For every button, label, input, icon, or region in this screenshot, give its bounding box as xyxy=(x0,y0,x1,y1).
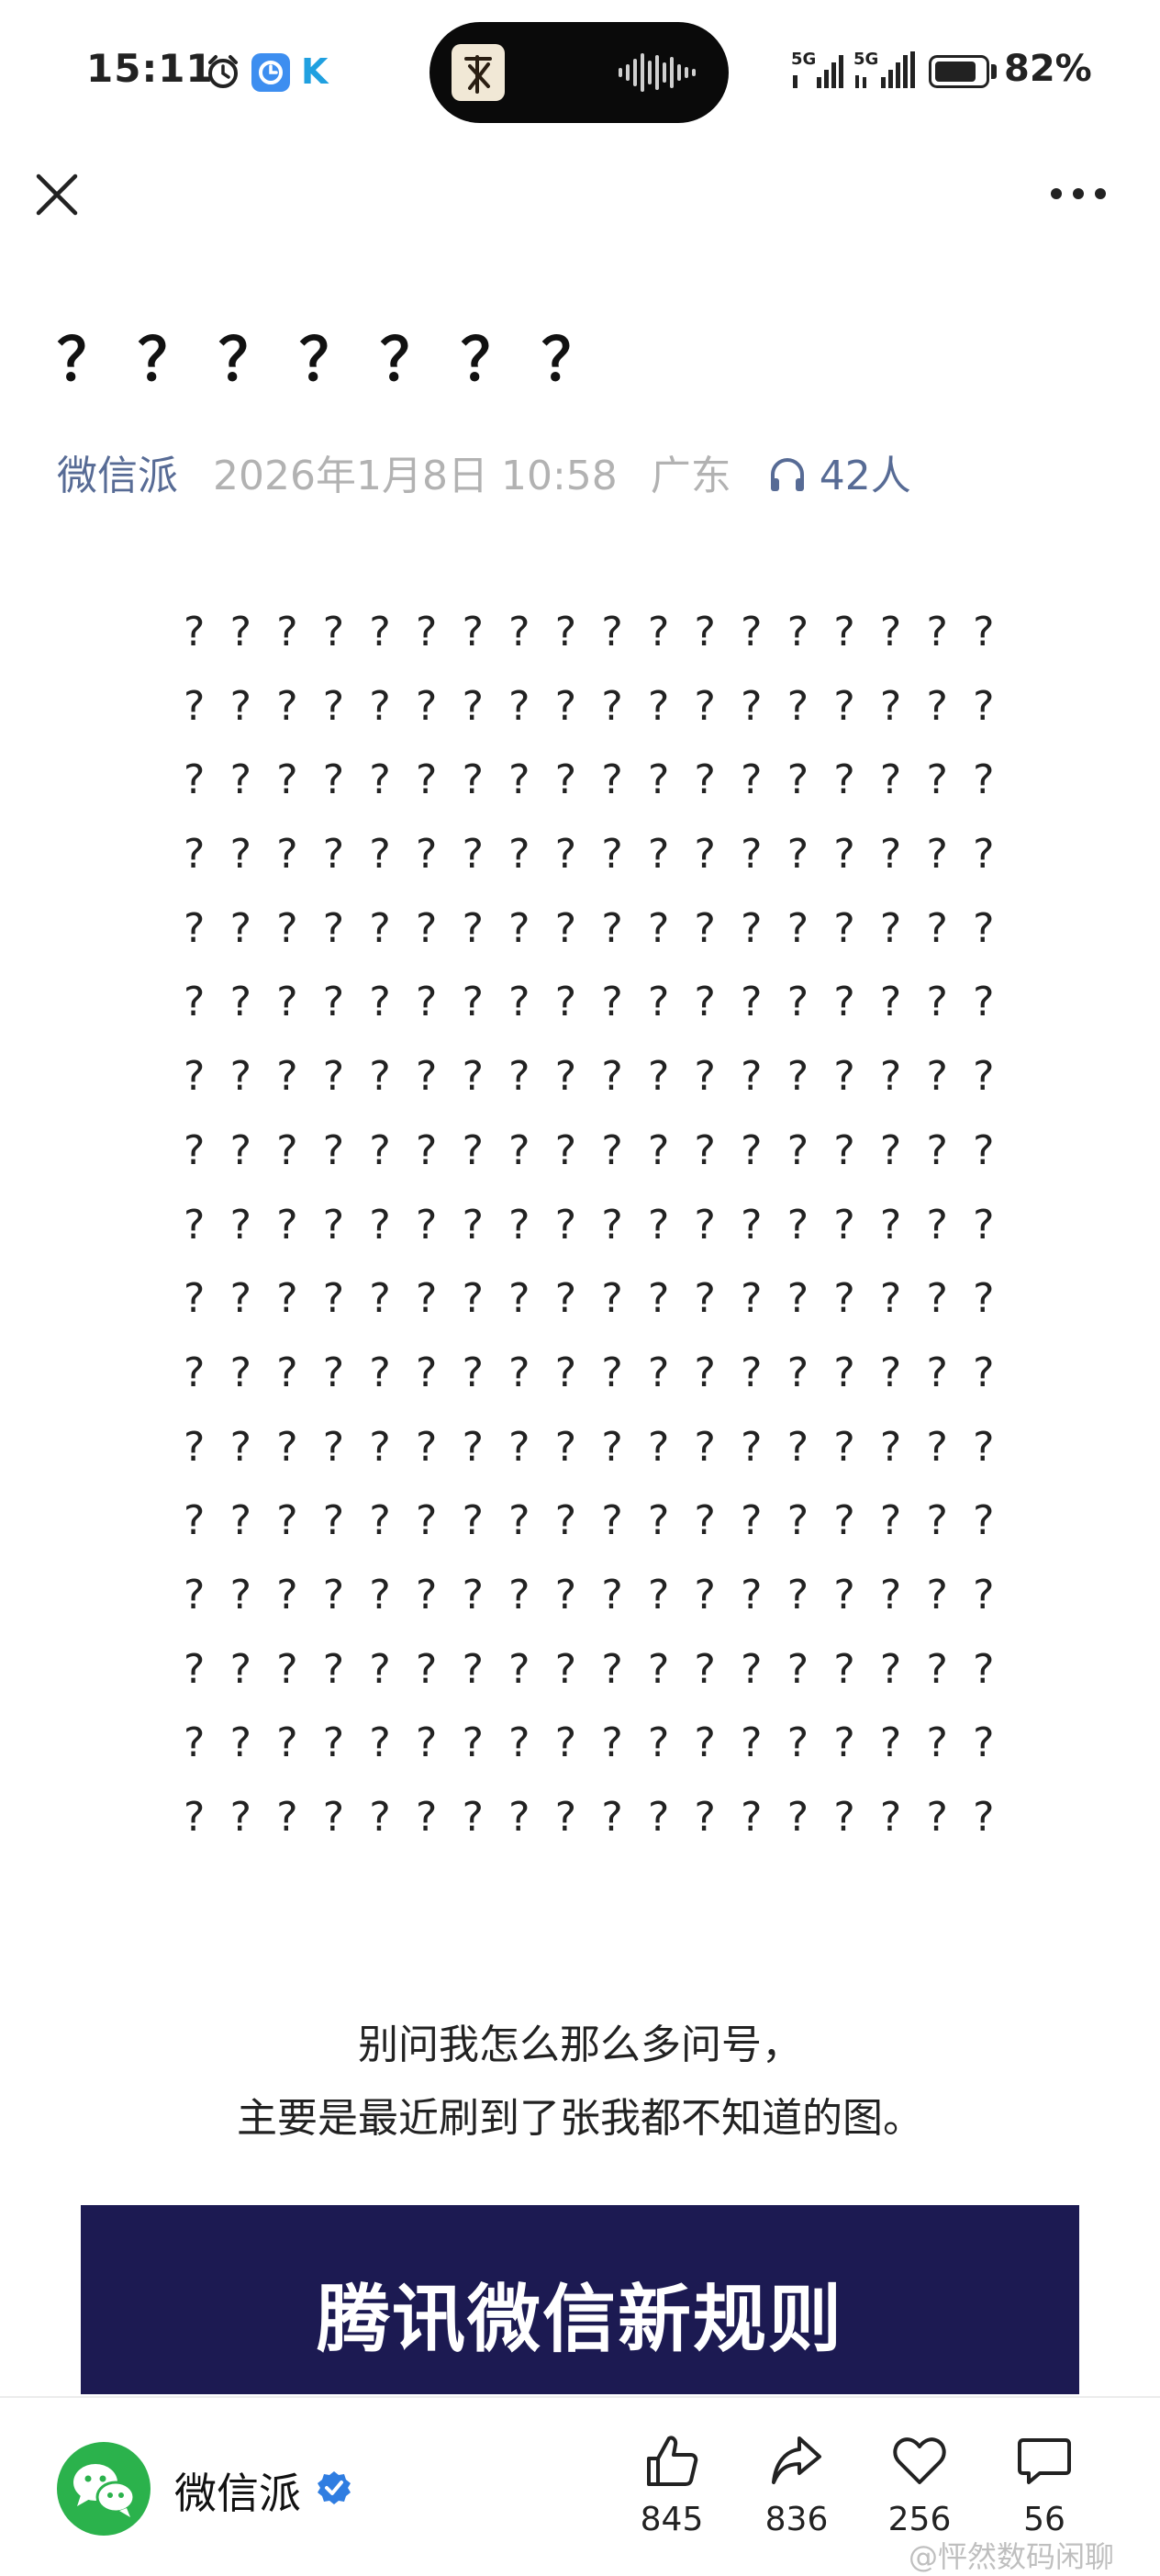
like-button[interactable]: 845 xyxy=(626,2433,718,2538)
question-row: ?????????????????? xyxy=(184,1719,995,1767)
caption-line: 主要是最近刷到了张我都不知道的图。 xyxy=(237,2095,923,2142)
article-title: ？？？？？？？ xyxy=(57,327,622,395)
question-row: ?????????????????? xyxy=(184,904,995,952)
comment-bubble-icon xyxy=(1018,2438,1071,2484)
dynamic-island[interactable] xyxy=(429,22,729,123)
heart-icon xyxy=(893,2437,946,2484)
headphone-icon xyxy=(770,458,804,491)
battery-icon xyxy=(929,55,989,88)
signal-5g-icon: 5G xyxy=(791,50,850,95)
wechat-logo-icon xyxy=(73,2464,136,2517)
publish-region: 广东 xyxy=(650,453,731,499)
battery-percent: 82% xyxy=(1004,48,1092,90)
share-arrow-icon xyxy=(772,2436,821,2484)
article-caption: 别问我怎么那么多问号， 主要是最近刷到了张我都不知道的图。 xyxy=(0,2009,1160,2156)
alarm-icon xyxy=(208,55,238,88)
thumbs-up-icon xyxy=(647,2436,698,2486)
battery-tip xyxy=(991,64,997,79)
signal-label: 5G xyxy=(791,50,817,69)
listen-button[interactable]: 42人 xyxy=(768,453,911,499)
question-row: ?????????????????? xyxy=(184,979,995,1026)
question-mark-grid: ????????????????????????????????????????… xyxy=(184,606,995,1865)
caption-line: 别问我怎么那么多问号， xyxy=(358,2022,802,2068)
question-row: ?????????????????? xyxy=(184,609,995,655)
question-row: ?????????????????? xyxy=(184,1571,995,1618)
signal-label: 5G xyxy=(853,50,879,69)
publish-date: 2026年1月8日 10:58 xyxy=(213,453,618,499)
account-avatar[interactable] xyxy=(57,2442,151,2536)
k-app-icon: K xyxy=(301,51,329,92)
listener-count: 42人 xyxy=(819,453,911,499)
like-count: 845 xyxy=(640,2501,704,2538)
author-link[interactable]: 微信派 xyxy=(57,453,178,499)
verified-badge-icon xyxy=(318,2471,351,2504)
question-row: ?????????????????? xyxy=(184,1201,995,1249)
question-row: ?????????????????? xyxy=(184,1349,995,1396)
favorite-count: 256 xyxy=(887,2501,952,2538)
app-notification-icon xyxy=(251,53,290,92)
question-row: ?????????????????? xyxy=(184,831,995,879)
music-app-icon xyxy=(452,44,505,101)
favorite-button[interactable]: 256 xyxy=(874,2433,965,2538)
question-row: ?????????????????? xyxy=(184,682,995,730)
article-meta: 微信派 2026年1月8日 10:58 广东 42人 xyxy=(57,448,911,505)
question-row: ?????????????????? xyxy=(184,1645,995,1693)
comment-button[interactable]: 56 xyxy=(998,2433,1090,2538)
close-button[interactable] xyxy=(33,171,81,218)
account-name[interactable]: 微信派 xyxy=(174,2460,301,2521)
banner-text: 腾讯微信新规则 xyxy=(317,2277,843,2362)
status-bar: 15:11 K 5G 5G 82% xyxy=(0,0,1160,147)
question-row: ?????????????????? xyxy=(184,1126,995,1174)
question-row: ?????????????????? xyxy=(184,1497,995,1545)
question-row: ?????????????????? xyxy=(184,1794,995,1841)
question-row: ?????????????????? xyxy=(184,1423,995,1471)
share-count: 836 xyxy=(764,2501,829,2538)
question-row: ?????????????????? xyxy=(184,756,995,804)
status-time: 15:11 xyxy=(86,46,214,91)
comment-count: 56 xyxy=(1023,2501,1065,2538)
article-banner-image[interactable]: 腾讯微信新规则 xyxy=(81,2205,1079,2394)
watermark: @怦然数码闲聊 xyxy=(909,2539,1115,2574)
audio-wave-icon xyxy=(619,53,696,92)
question-row: ?????????????????? xyxy=(184,1053,995,1101)
share-button[interactable]: 836 xyxy=(751,2433,842,2538)
more-options-button[interactable] xyxy=(1046,180,1110,207)
battery-level xyxy=(935,62,976,82)
question-row: ?????????????????? xyxy=(184,1275,995,1323)
signal-5g-secondary-icon: 5G xyxy=(853,50,921,95)
